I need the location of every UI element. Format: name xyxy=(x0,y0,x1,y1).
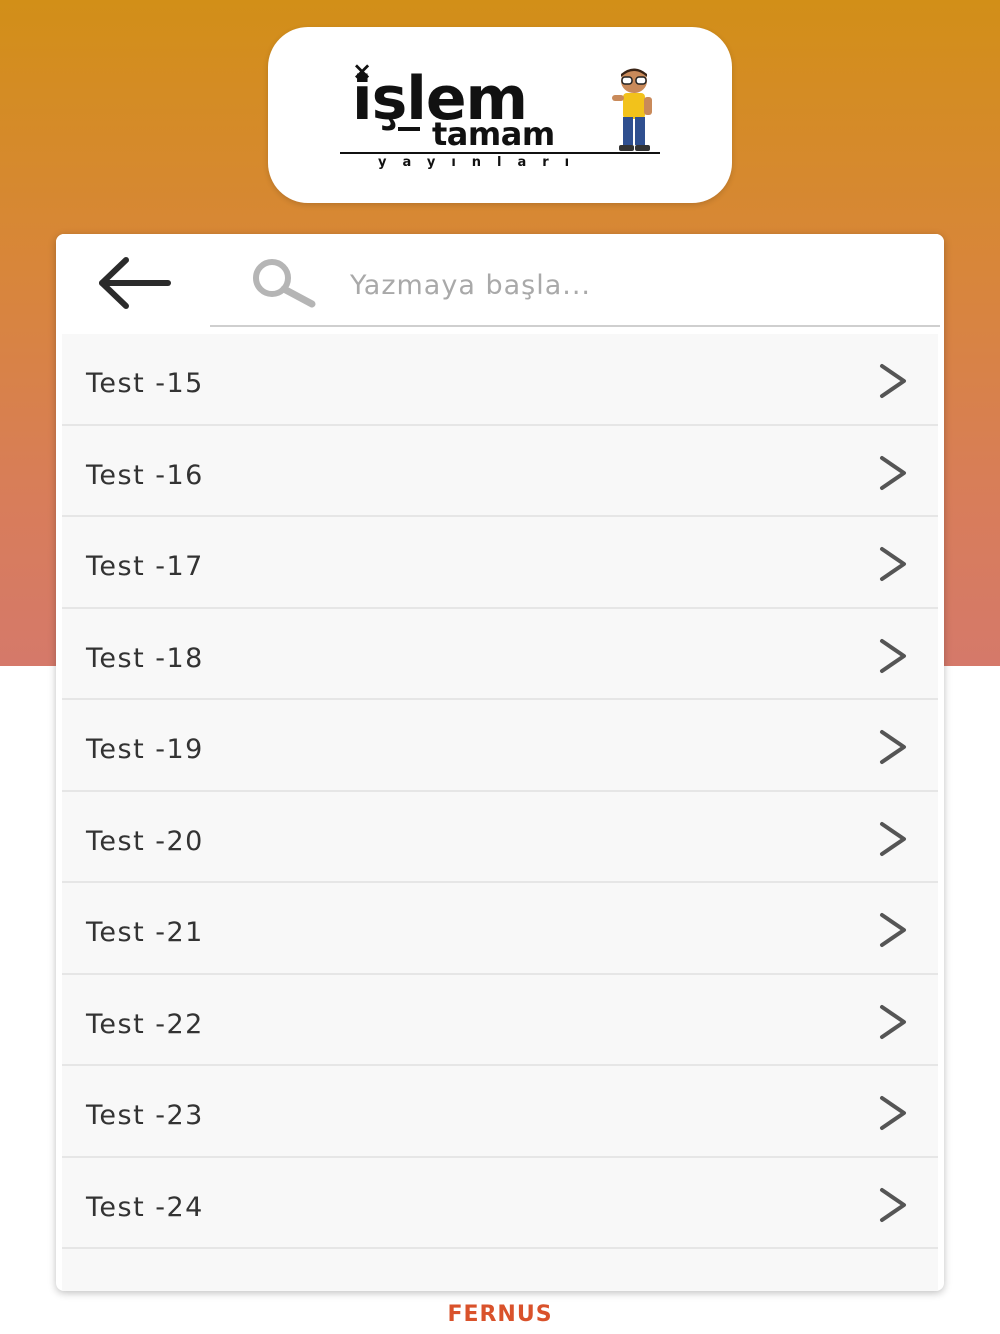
chevron-right-icon xyxy=(880,638,906,673)
list-item-label: Test -23 xyxy=(86,1100,204,1131)
search-icon xyxy=(253,259,316,308)
logo-sub-text: tamam xyxy=(432,115,555,153)
search-input[interactable] xyxy=(350,260,910,310)
search-bar xyxy=(210,234,940,327)
chevron-right-icon xyxy=(880,455,906,490)
brand-logo-card: × işlem tamam yayınları xyxy=(268,27,732,203)
chevron-right-icon xyxy=(880,913,906,947)
list-item-label: Test -16 xyxy=(86,459,204,491)
arrow-left-icon xyxy=(99,257,171,309)
list-item[interactable]: Test -18 xyxy=(62,608,938,700)
list-item[interactable]: Test -20 xyxy=(62,791,938,883)
list-item-label: Test -18 xyxy=(86,642,204,674)
chevron-right-icon xyxy=(880,547,906,581)
list-item[interactable]: Test -19 xyxy=(62,700,938,792)
list-item[interactable]: Test -21 xyxy=(62,883,938,975)
chevron-right-icon xyxy=(880,730,906,764)
test-list: Test -15 Test -16 Test -17 Test -18 Test -19… xyxy=(62,334,938,1291)
list-item[interactable]: Test -16 xyxy=(62,425,938,517)
search-toolbar xyxy=(56,234,944,332)
chevron-right-icon xyxy=(880,821,906,856)
footer-brand: FERNUS xyxy=(447,1302,553,1327)
chevron-right-icon xyxy=(880,1096,906,1130)
logo-tagline: yayınları xyxy=(378,155,586,170)
back-button[interactable] xyxy=(96,254,176,312)
list-item[interactable]: Test -22 xyxy=(62,974,938,1066)
list-item-label: Test -15 xyxy=(86,368,204,399)
list-item-label: Test -24 xyxy=(86,1191,204,1223)
chevron-right-icon xyxy=(880,364,906,398)
list-item[interactable]: Test -24 xyxy=(62,1157,938,1249)
mascot-icon xyxy=(612,68,652,151)
logo-dash xyxy=(398,127,420,131)
chevron-right-icon xyxy=(880,1187,906,1222)
chevron-right-icon xyxy=(880,1004,906,1039)
list-item[interactable]: Test -17 xyxy=(62,517,938,609)
list-item[interactable]: Test -23 xyxy=(62,1066,938,1158)
test-list-panel: Test -15 Test -16 Test -17 Test -18 Test -19… xyxy=(56,234,944,1291)
list-item-label: Test -22 xyxy=(86,1008,204,1040)
list-item[interactable]: Test -15 xyxy=(62,334,938,426)
list-item-label: Test -21 xyxy=(86,917,204,948)
list-item-label: Test -19 xyxy=(86,734,204,765)
list-item-label: Test -17 xyxy=(86,551,204,582)
list-item-label: Test -20 xyxy=(86,825,204,857)
